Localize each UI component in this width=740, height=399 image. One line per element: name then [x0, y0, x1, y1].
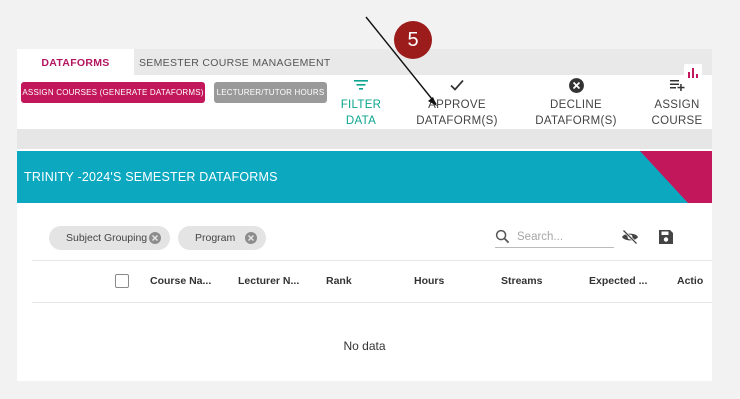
- remove-chip-icon[interactable]: [148, 231, 162, 245]
- column-header-course-name[interactable]: Course Na...: [150, 275, 211, 287]
- cancel-circle-icon: [531, 77, 621, 95]
- decline-dataforms-label-line1: DECLINE: [550, 99, 602, 111]
- table-header-divider: [32, 302, 712, 303]
- assign-courses-button[interactable]: ASSIGN COURSES (GENERATE DATAFORMS): [21, 82, 205, 103]
- save-icon[interactable]: [658, 229, 674, 245]
- filter-data-label-line2: DATA: [345, 115, 377, 127]
- header-corner-accent: [640, 151, 712, 203]
- filter-chip-program[interactable]: Program: [178, 226, 266, 250]
- dataforms-panel: DATAFORMS SEMESTER COURSE MANAGEMENT ASS…: [17, 49, 712, 381]
- assign-course-label-line2: COURSE: [651, 115, 703, 127]
- tab-semester-course-management[interactable]: SEMESTER COURSE MANAGEMENT: [139, 49, 331, 75]
- decline-dataforms-label-line2: DATAFORM(S): [535, 115, 617, 127]
- column-header-streams[interactable]: Streams: [501, 275, 542, 287]
- decline-dataforms-button[interactable]: DECLINE DATAFORM(S): [531, 77, 621, 129]
- toolbar-divider-bar: [17, 129, 712, 149]
- filter-icon: [336, 77, 386, 95]
- assign-course-button[interactable]: ASSIGN COURSE: [647, 77, 707, 129]
- filter-chip-label: Program: [195, 232, 236, 244]
- search-input[interactable]: [515, 227, 615, 247]
- assign-course-label-line1: ASSIGN: [654, 99, 700, 111]
- approve-dataforms-button[interactable]: APPROVE DATAFORM(S): [412, 77, 502, 129]
- filter-data-label-line1: FILTER: [340, 99, 382, 111]
- column-header-expected[interactable]: Expected ...: [589, 275, 647, 287]
- select-all-checkbox[interactable]: [115, 274, 129, 288]
- page-title: TRINITY -2024'S SEMESTER DATAFORMS: [24, 170, 278, 184]
- table-top-divider: [32, 260, 712, 261]
- hide-columns-icon[interactable]: [621, 229, 639, 245]
- lecturer-tutor-hours-button[interactable]: LECTURER/TUTOR HOURS: [214, 82, 327, 103]
- bar-chart-icon[interactable]: [683, 63, 703, 83]
- tab-dataforms[interactable]: DATAFORMS: [17, 49, 134, 75]
- approve-dataforms-label-line2: DATAFORM(S): [416, 115, 498, 127]
- filter-chip-subject-grouping[interactable]: Subject Grouping: [49, 226, 170, 250]
- check-icon: [412, 77, 502, 95]
- filter-data-button[interactable]: FILTER DATA: [336, 77, 386, 129]
- empty-state-text: No data: [343, 339, 386, 353]
- column-header-rank[interactable]: Rank: [326, 275, 352, 287]
- column-header-hours[interactable]: Hours: [414, 275, 444, 287]
- remove-chip-icon[interactable]: [244, 231, 258, 245]
- filter-chip-label: Subject Grouping: [66, 232, 148, 244]
- column-header-actions[interactable]: Actio: [677, 275, 703, 287]
- search-icon: [495, 229, 510, 244]
- column-header-lecturer-name[interactable]: Lecturer N...: [238, 275, 299, 287]
- search-box: [495, 225, 615, 248]
- approve-dataforms-label-line1: APPROVE: [428, 99, 486, 111]
- callout-step-badge: 5: [394, 21, 432, 59]
- tab-bar: DATAFORMS SEMESTER COURSE MANAGEMENT: [17, 49, 712, 75]
- dataforms-header: TRINITY -2024'S SEMESTER DATAFORMS: [17, 151, 712, 203]
